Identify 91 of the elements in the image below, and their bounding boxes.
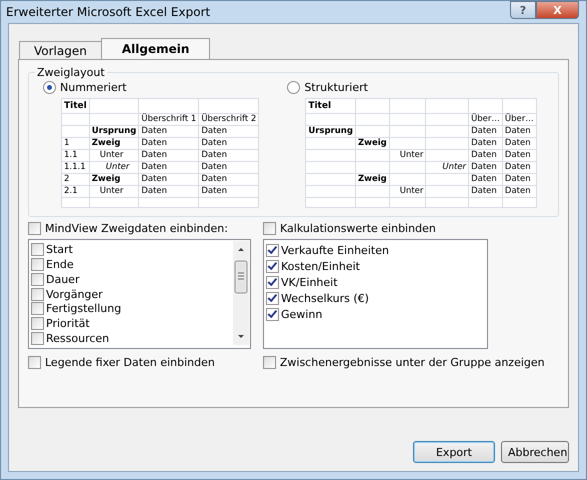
checkbox-label: Zwischenergebnisse unter der Gruppe anzeigen (280, 356, 545, 369)
checkbox[interactable] (31, 317, 44, 330)
list-item[interactable]: Ressourcen (46, 332, 110, 346)
window-title: Erweiterter Microsoft Excel Export (6, 5, 210, 19)
table-cell: Daten (198, 186, 259, 198)
list-item[interactable]: Ende (46, 258, 74, 271)
table-cell: Überschrift 1 (138, 114, 199, 126)
table-cell: Unter (89, 186, 139, 198)
help-button[interactable]: ? (510, 1, 536, 19)
table-cell: Unter (389, 150, 426, 162)
table-cell: 1.1 (62, 150, 90, 162)
checkbox[interactable] (31, 288, 44, 300)
checkbox[interactable] (266, 308, 279, 320)
dialog-button[interactable]: Export (413, 441, 495, 463)
table-cell: Über… (468, 114, 502, 126)
checkbox[interactable] (266, 244, 279, 256)
table-cell: Überschrift 2 (198, 114, 259, 126)
table-cell: Daten (468, 150, 502, 162)
checkbox[interactable] (262, 356, 276, 369)
group-title: Zweiglayout (36, 66, 106, 79)
checkbox[interactable] (28, 222, 41, 235)
table-cell: Daten (198, 150, 259, 162)
checkbox-label: MindView Zweigdaten einbinden: (45, 222, 228, 235)
checkbox[interactable] (266, 260, 279, 272)
list-item[interactable]: Vorgänger (46, 288, 103, 300)
table-cell: Daten (468, 186, 502, 198)
table-cell: Über… (502, 114, 536, 126)
checkbox[interactable] (263, 222, 276, 235)
table-cell: 2.1 (62, 186, 90, 198)
table-cell: Daten (198, 138, 259, 150)
table-cell: Daten (198, 174, 259, 186)
table-cell: 1.1.1 (62, 162, 90, 174)
table-cell: Zweig (355, 138, 390, 150)
checkbox[interactable] (31, 302, 44, 316)
checkbox[interactable] (31, 272, 44, 286)
radio-button[interactable] (43, 81, 56, 94)
table-cell: Zweig (355, 174, 390, 186)
table-cell: Ursprung (89, 126, 139, 138)
table-cell: Daten (138, 138, 199, 150)
radio-label: Strukturiert (304, 81, 368, 94)
table-cell: Unter (389, 186, 426, 198)
table-cell: Daten (138, 174, 199, 186)
radio-label: Nummeriert (60, 81, 127, 94)
table-cell: Daten (468, 162, 502, 174)
tab[interactable]: Vorlagen (19, 41, 102, 59)
table-cell: Daten (502, 138, 536, 150)
table-cell: Ursprung (306, 126, 356, 138)
table-cell: Daten (502, 150, 536, 162)
table-cell: Daten (198, 126, 259, 138)
table-cell: Unter (89, 150, 139, 162)
table-cell: Titel (306, 98, 356, 114)
table-cell: Daten (138, 126, 199, 138)
checkbox[interactable] (28, 356, 41, 369)
radio-button[interactable] (287, 81, 300, 94)
table-cell: Zweig (89, 174, 139, 186)
dialog-button[interactable]: Abbrechen (501, 441, 569, 463)
table-cell: Daten (468, 174, 502, 186)
checkbox[interactable] (266, 292, 279, 304)
list-item[interactable]: Kosten/Einheit (281, 260, 360, 272)
checkbox-label: Legende fixer Daten einbinden (45, 356, 215, 369)
table-cell: Daten (198, 162, 259, 174)
list-item[interactable]: Gewinn (281, 308, 322, 320)
table-cell: Daten (468, 138, 502, 150)
checkbox[interactable] (266, 276, 279, 288)
table-cell: Daten (502, 126, 536, 138)
table-cell: Unter (89, 162, 139, 174)
tab[interactable]: Allgemein (100, 38, 210, 59)
checkbox[interactable] (31, 242, 44, 256)
list-item[interactable]: VK/Einheit (281, 276, 338, 288)
table-cell: Daten (138, 162, 199, 174)
table-cell: Daten (502, 174, 536, 186)
table-cell: Zweig (89, 138, 139, 150)
table-cell: Daten (502, 162, 536, 174)
list-item[interactable]: Verkaufte Einheiten (281, 244, 389, 256)
checkbox-label: Kalkulationswerte einbinden (280, 222, 436, 235)
table-cell: Daten (138, 186, 199, 198)
list-item[interactable]: Dauer (46, 272, 80, 286)
list-item[interactable]: Fertigstellung (46, 302, 122, 316)
table-cell: Titel (62, 98, 90, 114)
table-cell: Daten (138, 150, 199, 162)
table-cell: 2 (62, 174, 90, 186)
list-item[interactable]: Wechselkurs (€) (281, 292, 369, 304)
table-cell: Unter (426, 162, 469, 174)
checkbox[interactable] (31, 332, 44, 346)
table-cell: Daten (468, 126, 502, 138)
checkbox[interactable] (31, 258, 44, 271)
list-item[interactable]: Priorität (46, 317, 90, 330)
table-cell: 1 (62, 138, 90, 150)
table-cell: Daten (502, 186, 536, 198)
list-item[interactable]: Start (46, 242, 73, 256)
scrollbar-drawing[interactable] (233, 241, 249, 345)
